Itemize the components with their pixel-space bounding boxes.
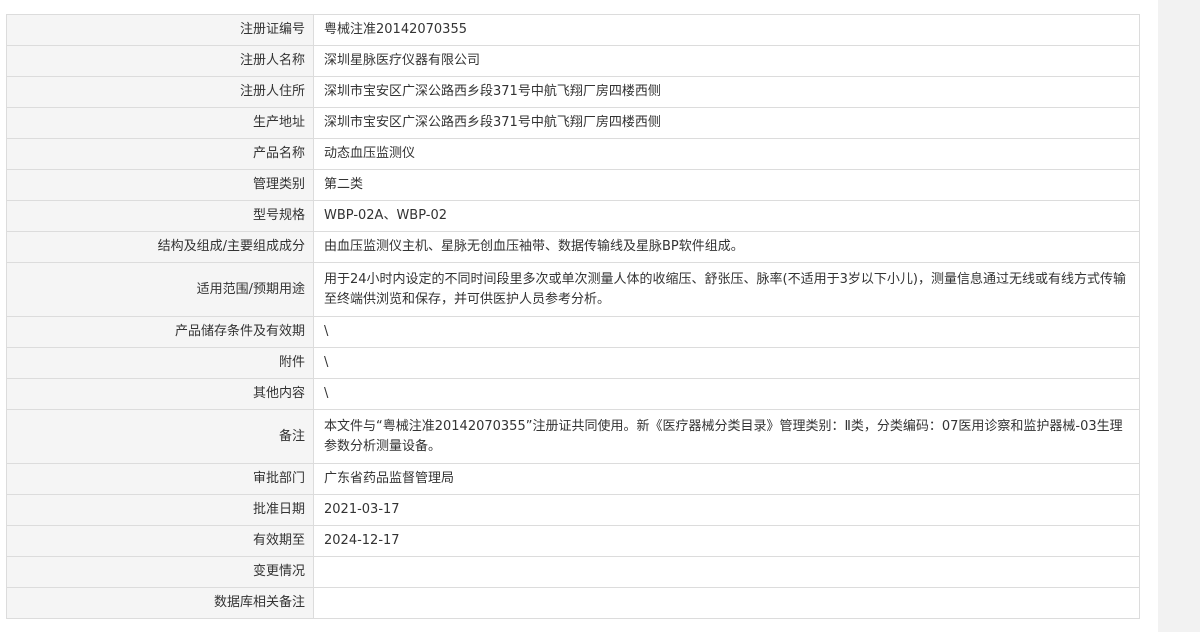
field-value: \ bbox=[313, 347, 1140, 379]
field-label: 生产地址 bbox=[6, 107, 314, 139]
field-label: 变更情况 bbox=[6, 556, 314, 588]
row-change-status: 变更情况 bbox=[6, 556, 1140, 588]
row-storage-validity: 产品储存条件及有效期 \ bbox=[6, 316, 1140, 348]
row-registrant-name: 注册人名称 深圳星脉医疗仪器有限公司 bbox=[6, 45, 1140, 77]
field-value: 深圳市宝安区广深公路西乡段371号中航飞翔厂房四楼西侧 bbox=[313, 76, 1140, 108]
field-value: 由血压监测仪主机、星脉无创血压袖带、数据传输线及星脉BP软件组成。 bbox=[313, 231, 1140, 263]
field-label: 有效期至 bbox=[6, 525, 314, 557]
row-intended-use: 适用范围/预期用途 用于24小时内设定的不同时间段里多次或单次测量人体的收缩压、… bbox=[6, 262, 1140, 317]
field-value: 2021-03-17 bbox=[313, 494, 1140, 526]
field-value: 动态血压监测仪 bbox=[313, 138, 1140, 170]
field-label: 产品储存条件及有效期 bbox=[6, 316, 314, 348]
field-value: 深圳市宝安区广深公路西乡段371号中航飞翔厂房四楼西侧 bbox=[313, 107, 1140, 139]
field-label: 审批部门 bbox=[6, 463, 314, 495]
field-label: 产品名称 bbox=[6, 138, 314, 170]
field-value: 粤械注准20142070355 bbox=[313, 14, 1140, 46]
field-label: 注册人住所 bbox=[6, 76, 314, 108]
row-production-address: 生产地址 深圳市宝安区广深公路西乡段371号中航飞翔厂房四楼西侧 bbox=[6, 107, 1140, 139]
row-registration-number: 注册证编号 粤械注准20142070355 bbox=[6, 14, 1140, 46]
field-value: 本文件与“粤械注准20142070355”注册证共同使用。新《医疗器械分类目录》… bbox=[313, 409, 1140, 464]
field-label: 结构及组成/主要组成成分 bbox=[6, 231, 314, 263]
field-label: 批准日期 bbox=[6, 494, 314, 526]
row-structure-composition: 结构及组成/主要组成成分 由血压监测仪主机、星脉无创血压袖带、数据传输线及星脉B… bbox=[6, 231, 1140, 263]
field-label: 型号规格 bbox=[6, 200, 314, 232]
field-label: 附件 bbox=[6, 347, 314, 379]
field-value bbox=[313, 587, 1140, 619]
field-value bbox=[313, 556, 1140, 588]
row-database-remarks: 数据库相关备注 bbox=[6, 587, 1140, 619]
row-management-category: 管理类别 第二类 bbox=[6, 169, 1140, 201]
detail-panel: 注册证编号 粤械注准20142070355 注册人名称 深圳星脉医疗仪器有限公司… bbox=[0, 0, 1158, 632]
row-registrant-address: 注册人住所 深圳市宝安区广深公路西乡段371号中航飞翔厂房四楼西侧 bbox=[6, 76, 1140, 108]
field-value: \ bbox=[313, 378, 1140, 410]
row-other-content: 其他内容 \ bbox=[6, 378, 1140, 410]
field-value: 深圳星脉医疗仪器有限公司 bbox=[313, 45, 1140, 77]
row-approval-department: 审批部门 广东省药品监督管理局 bbox=[6, 463, 1140, 495]
row-attachment: 附件 \ bbox=[6, 347, 1140, 379]
field-value: 2024-12-17 bbox=[313, 525, 1140, 557]
row-approval-date: 批准日期 2021-03-17 bbox=[6, 494, 1140, 526]
field-label: 注册人名称 bbox=[6, 45, 314, 77]
registration-detail-table: 注册证编号 粤械注准20142070355 注册人名称 深圳星脉医疗仪器有限公司… bbox=[6, 14, 1140, 619]
field-label: 管理类别 bbox=[6, 169, 314, 201]
field-label: 备注 bbox=[6, 409, 314, 464]
row-valid-until: 有效期至 2024-12-17 bbox=[6, 525, 1140, 557]
field-value: 第二类 bbox=[313, 169, 1140, 201]
field-label: 适用范围/预期用途 bbox=[6, 262, 314, 317]
field-value: WBP-02A、WBP-02 bbox=[313, 200, 1140, 232]
field-value: 用于24小时内设定的不同时间段里多次或单次测量人体的收缩压、舒张压、脉率(不适用… bbox=[313, 262, 1140, 317]
field-label: 其他内容 bbox=[6, 378, 314, 410]
row-model-spec: 型号规格 WBP-02A、WBP-02 bbox=[6, 200, 1140, 232]
field-value: \ bbox=[313, 316, 1140, 348]
field-value: 广东省药品监督管理局 bbox=[313, 463, 1140, 495]
field-label: 注册证编号 bbox=[6, 14, 314, 46]
row-remarks: 备注 本文件与“粤械注准20142070355”注册证共同使用。新《医疗器械分类… bbox=[6, 409, 1140, 464]
row-product-name: 产品名称 动态血压监测仪 bbox=[6, 138, 1140, 170]
field-label: 数据库相关备注 bbox=[6, 587, 314, 619]
